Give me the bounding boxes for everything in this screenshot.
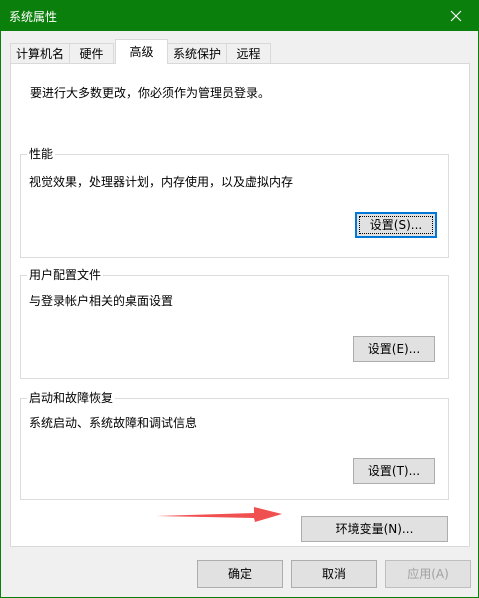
ok-label: 确定 [227,567,252,581]
environment-variables-label: 环境变量(N)... [335,522,414,536]
user-profiles-settings-button[interactable]: 设置(E)... [353,336,435,362]
performance-group: 性能 视觉效果，处理器计划，内存使用，以及虚拟内存 设置(S)... [20,147,449,258]
focus-ring [359,216,433,234]
window-title: 系统属性 [9,10,58,24]
cancel-label: 取消 [321,567,346,581]
close-icon [450,10,462,21]
dialog-client: 计算机名 硬件 高级 系统保护 远程 要进行大多数更改，你必须作为管理员登录。 … [0,31,479,598]
tab-hardware[interactable]: 硬件 [69,43,114,63]
startup-recovery-description: 系统启动、系统故障和调试信息 [29,416,198,430]
cancel-button[interactable]: 取消 [291,560,377,588]
apply-label: 应用(A) [407,567,449,581]
tab-panel-advanced: 要进行大多数更改，你必须作为管理员登录。 性能 视觉效果，处理器计划，内存使用，… [10,63,470,547]
close-button[interactable] [433,0,479,31]
startup-recovery-settings-label: 设置(T)... [367,464,421,478]
startup-recovery-title: 启动和故障恢复 [27,391,116,405]
performance-title: 性能 [27,147,56,161]
environment-variables-button[interactable]: 环境变量(N)... [301,516,448,542]
title-bar[interactable]: 系统属性 [0,0,479,31]
ok-button[interactable]: 确定 [197,560,283,588]
performance-settings-button[interactable]: 设置(S)... [355,212,437,238]
admin-notice: 要进行大多数更改，你必须作为管理员登录。 [30,86,271,100]
tab-advanced[interactable]: 高级 [115,39,168,64]
apply-button[interactable]: 应用(A) [385,560,471,588]
annotation-arrow-icon [156,507,282,522]
user-profiles-group: 用户配置文件 与登录帐户相关的桌面设置 设置(E)... [20,268,449,379]
user-profiles-description: 与登录帐户相关的桌面设置 [29,294,174,308]
performance-description: 视觉效果，处理器计划，内存使用，以及虚拟内存 [29,175,294,189]
user-profiles-title: 用户配置文件 [27,268,104,282]
user-profiles-settings-label: 设置(E)... [367,342,421,356]
startup-recovery-settings-button[interactable]: 设置(T)... [353,458,435,484]
tab-remote[interactable]: 远程 [226,43,271,63]
tab-system-protection[interactable]: 系统保护 [167,43,227,63]
tab-computer-name[interactable]: 计算机名 [10,43,70,63]
startup-recovery-group: 启动和故障恢复 系统启动、系统故障和调试信息 设置(T)... [20,391,449,500]
